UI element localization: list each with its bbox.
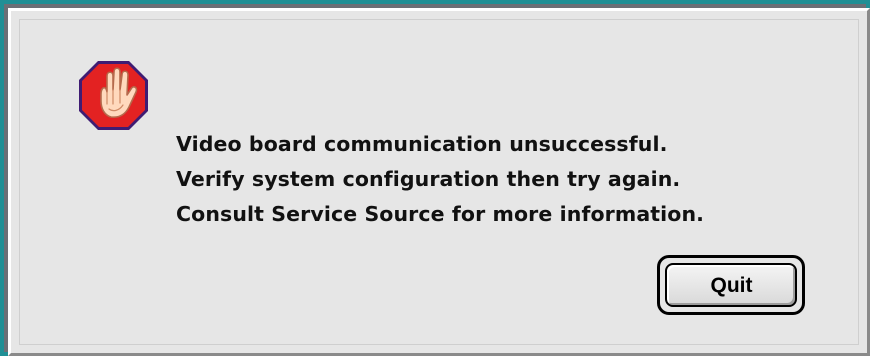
quit-button[interactable]: Quit <box>657 255 805 315</box>
alert-dialog: Video board communication unsuccessful. … <box>8 8 870 356</box>
alert-message: Video board communication unsuccessful. … <box>176 127 836 232</box>
message-line-2: Verify system configuration then try aga… <box>176 167 681 191</box>
message-line-3: Consult Service Source for more informat… <box>176 202 705 226</box>
message-line-1: Video board communication unsuccessful. <box>176 132 668 156</box>
quit-button-inner: Quit <box>665 263 797 307</box>
stop-hand-icon <box>79 61 148 130</box>
window-frame: Video board communication unsuccessful. … <box>0 0 870 356</box>
quit-button-label: Quit <box>710 273 753 297</box>
